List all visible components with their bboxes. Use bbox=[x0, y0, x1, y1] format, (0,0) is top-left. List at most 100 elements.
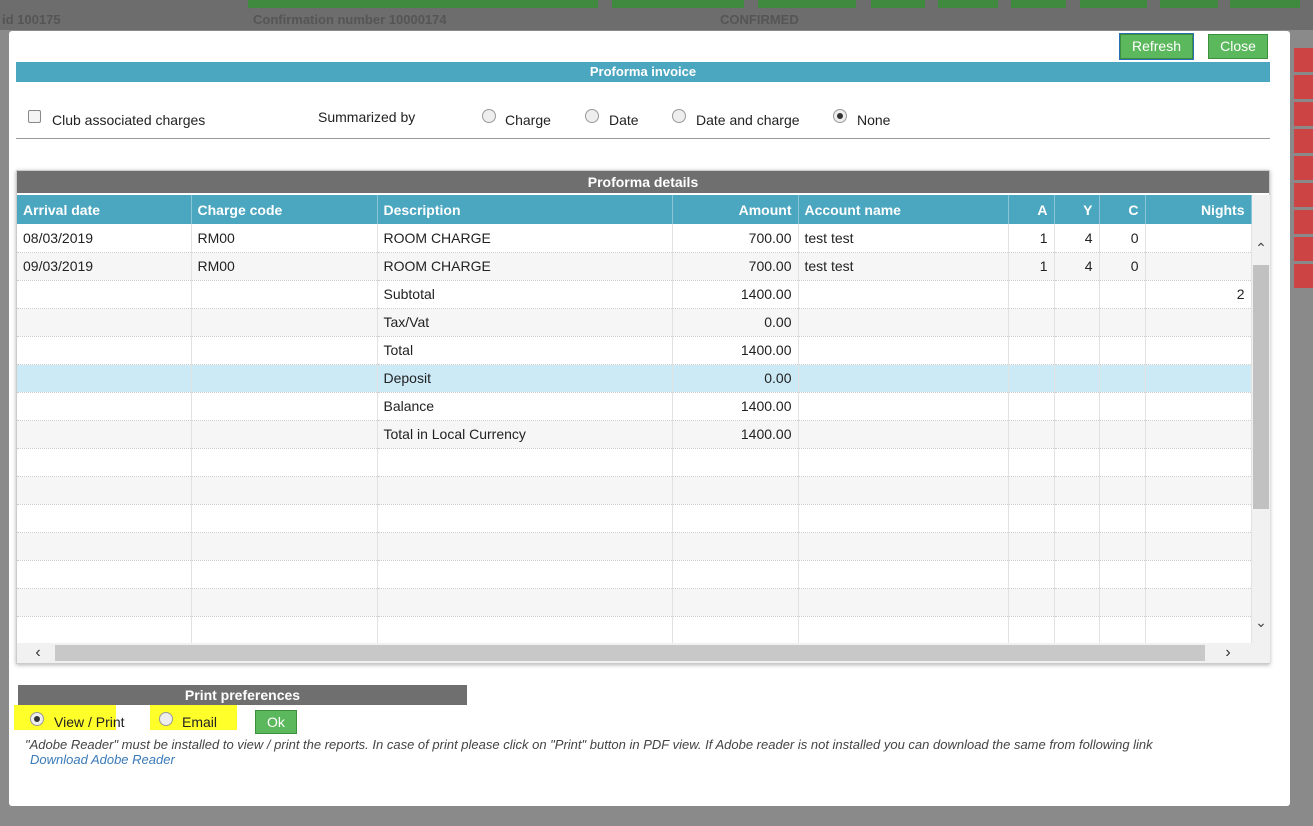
column-header[interactable]: Description bbox=[377, 195, 673, 224]
table-cell bbox=[191, 364, 378, 393]
background-tab bbox=[938, 0, 998, 8]
table-cell bbox=[1145, 392, 1252, 421]
download-adobe-link[interactable]: Download Adobe Reader bbox=[30, 752, 175, 767]
table-row[interactable]: Deposit 0.00 bbox=[17, 364, 1252, 393]
table-cell bbox=[1099, 588, 1146, 617]
table-row[interactable] bbox=[17, 588, 1252, 617]
scroll-left-icon[interactable]: ‹ bbox=[23, 643, 53, 663]
date-and-charge-radio[interactable] bbox=[672, 109, 686, 123]
scroll-right-icon[interactable]: › bbox=[1213, 643, 1243, 663]
table-cell bbox=[1099, 364, 1146, 393]
background-tab bbox=[1080, 0, 1147, 8]
vertical-scrollbar[interactable]: ⌃ ⌄ bbox=[1252, 195, 1270, 643]
table-cell bbox=[17, 280, 192, 309]
table-cell bbox=[1054, 364, 1100, 393]
table-row[interactable]: Balance 1400.00 bbox=[17, 392, 1252, 421]
table-cell: 700.00 bbox=[672, 252, 799, 281]
column-header[interactable]: Account name bbox=[798, 195, 1009, 224]
horizontal-scroll-thumb[interactable] bbox=[55, 645, 1205, 661]
table-row[interactable]: Total in Local Currency 1400.00 bbox=[17, 420, 1252, 449]
table-cell bbox=[17, 364, 192, 393]
background-top-bar: id 100175 Confirmation number 10000174 C… bbox=[0, 0, 1313, 30]
table-cell bbox=[1099, 532, 1146, 561]
table-cell: 08/03/2019 bbox=[17, 224, 192, 253]
column-header[interactable]: Nights bbox=[1145, 195, 1252, 224]
table-cell bbox=[17, 616, 192, 645]
table-cell bbox=[672, 448, 799, 477]
table-cell bbox=[1099, 336, 1146, 365]
table-cell bbox=[1099, 616, 1146, 645]
table-cell bbox=[798, 476, 1009, 505]
table-cell bbox=[672, 476, 799, 505]
table-cell: 09/03/2019 bbox=[17, 252, 192, 281]
table-cell bbox=[17, 588, 192, 617]
table-row[interactable]: Subtotal 1400.00 2 bbox=[17, 280, 1252, 309]
table-row[interactable] bbox=[17, 448, 1252, 477]
table-row[interactable] bbox=[17, 476, 1252, 505]
table-cell: Total in Local Currency bbox=[377, 420, 673, 449]
refresh-button[interactable]: Refresh bbox=[1119, 33, 1194, 60]
table-cell bbox=[1008, 560, 1055, 589]
table-cell: 0 bbox=[1099, 252, 1146, 281]
view-print-label: View / Print bbox=[54, 714, 125, 730]
table-cell bbox=[1145, 308, 1252, 337]
modal-title: Proforma invoice bbox=[16, 62, 1270, 82]
table-cell bbox=[1145, 336, 1252, 365]
table-cell bbox=[798, 560, 1009, 589]
table-row[interactable] bbox=[17, 532, 1252, 561]
close-button[interactable]: Close bbox=[1208, 34, 1268, 59]
table-cell: Balance bbox=[377, 392, 673, 421]
table-cell: 1400.00 bbox=[672, 420, 799, 449]
ok-button[interactable]: Ok bbox=[255, 710, 297, 734]
details-table: Arrival date Charge code Description Amo… bbox=[17, 195, 1252, 645]
table-cell bbox=[1008, 476, 1055, 505]
summarized-by-label: Summarized by bbox=[318, 109, 416, 125]
scroll-up-icon[interactable]: ⌃ bbox=[1252, 239, 1270, 257]
table-cell bbox=[377, 560, 673, 589]
scroll-down-icon[interactable]: ⌄ bbox=[1252, 613, 1270, 631]
table-cell: 4 bbox=[1054, 252, 1100, 281]
table-cell bbox=[191, 280, 378, 309]
table-row[interactable]: 08/03/2019 RM00 ROOM CHARGE 700.00 test test… bbox=[17, 224, 1252, 253]
table-cell bbox=[1099, 476, 1146, 505]
column-header[interactable]: Charge code bbox=[191, 195, 378, 224]
table-cell: test test bbox=[798, 252, 1009, 281]
column-header[interactable]: Y bbox=[1054, 195, 1100, 224]
table-cell bbox=[1008, 308, 1055, 337]
table-cell bbox=[672, 616, 799, 645]
vertical-scroll-thumb[interactable] bbox=[1253, 265, 1269, 509]
table-header-row: Arrival date Charge code Description Amo… bbox=[17, 195, 1252, 224]
table-row[interactable] bbox=[17, 504, 1252, 533]
none-radio[interactable] bbox=[833, 109, 847, 123]
column-header[interactable]: Arrival date bbox=[17, 195, 192, 224]
table-row[interactable]: Tax/Vat 0.00 bbox=[17, 308, 1252, 337]
table-cell bbox=[1099, 560, 1146, 589]
table-cell bbox=[798, 308, 1009, 337]
column-header[interactable]: A bbox=[1008, 195, 1055, 224]
table-cell bbox=[377, 532, 673, 561]
email-radio[interactable] bbox=[159, 712, 173, 726]
table-row[interactable] bbox=[17, 560, 1252, 589]
column-header[interactable]: Amount bbox=[672, 195, 799, 224]
horizontal-scrollbar[interactable]: ‹ › bbox=[17, 643, 1270, 663]
table-row[interactable]: 09/03/2019 RM00 ROOM CHARGE 700.00 test test… bbox=[17, 252, 1252, 281]
table-cell: test test bbox=[798, 224, 1009, 253]
date-radio[interactable] bbox=[585, 109, 599, 123]
table-row[interactable] bbox=[17, 616, 1252, 645]
table-cell bbox=[798, 336, 1009, 365]
table-cell bbox=[1054, 476, 1100, 505]
table-cell bbox=[1054, 448, 1100, 477]
details-title: Proforma details bbox=[17, 171, 1269, 193]
table-cell bbox=[17, 476, 192, 505]
table-cell bbox=[1008, 392, 1055, 421]
table-cell bbox=[1054, 588, 1100, 617]
table-cell: ROOM CHARGE bbox=[377, 252, 673, 281]
table-cell: Total bbox=[377, 336, 673, 365]
table-row[interactable]: Total 1400.00 bbox=[17, 336, 1252, 365]
charge-radio[interactable] bbox=[482, 109, 496, 123]
column-header[interactable]: C bbox=[1099, 195, 1146, 224]
table-cell bbox=[798, 616, 1009, 645]
view-print-radio[interactable] bbox=[30, 712, 44, 726]
table-cell bbox=[191, 336, 378, 365]
club-charges-checkbox[interactable] bbox=[28, 110, 41, 123]
